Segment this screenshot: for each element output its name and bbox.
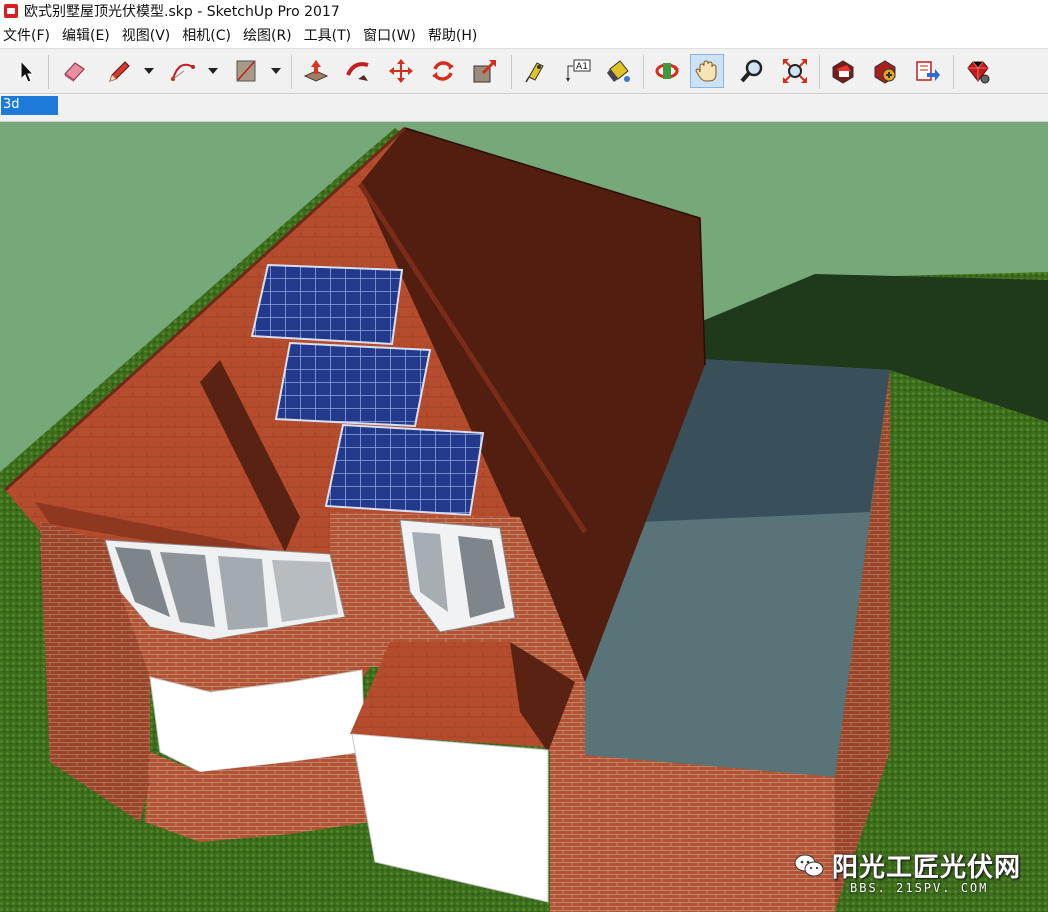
text-tool-button[interactable]: A1 (561, 54, 595, 88)
tape-measure-icon (525, 62, 544, 83)
scale-icon (473, 59, 497, 83)
send-to-layout-button[interactable] (910, 54, 944, 88)
follow-me-icon (346, 62, 369, 81)
zoom-extents-tool-button[interactable] (778, 54, 812, 88)
pan-icon (695, 60, 717, 82)
zoom-icon (740, 59, 763, 83)
zoom-extents-icon (783, 59, 807, 83)
sketchup-app-icon (4, 4, 18, 18)
scale-tool-button[interactable] (468, 54, 502, 88)
menu-tools[interactable]: 工具(T) (304, 25, 351, 45)
menu-view[interactable]: 视图(V) (122, 25, 171, 45)
model-viewport[interactable]: 阳光工匠光伏网 BBS. 21SPV. COM (0, 122, 1048, 912)
select-tool-button[interactable] (9, 54, 43, 88)
3d-warehouse-icon (832, 60, 854, 84)
arc-tool-button[interactable] (166, 54, 200, 88)
ruby-extension-button[interactable] (961, 54, 995, 88)
menu-edit[interactable]: 编辑(E) (62, 25, 110, 45)
pencil-dropdown[interactable] (143, 64, 155, 78)
3d-warehouse-button[interactable] (826, 54, 860, 88)
text-icon: A1 (566, 59, 591, 82)
arc-dropdown[interactable] (207, 64, 219, 78)
push-pull-tool-button[interactable] (299, 54, 333, 88)
follow-me-tool-button[interactable] (341, 54, 375, 88)
zoom-tool-button[interactable] (735, 54, 769, 88)
chevron-down-icon (144, 68, 154, 74)
move-tool-button[interactable] (384, 54, 418, 88)
wechat-icon (794, 854, 824, 877)
3d-model-scene (0, 122, 1048, 912)
rectangle-dropdown[interactable] (270, 64, 282, 78)
pencil-tool-button[interactable] (102, 54, 136, 88)
move-icon (389, 59, 413, 83)
rectangle-icon (236, 60, 256, 82)
pan-tool-button[interactable] (690, 54, 724, 88)
eraser-icon (64, 62, 85, 82)
send-to-layout-icon (916, 61, 940, 81)
eraser-tool-button[interactable] (57, 54, 91, 88)
rectangle-tool-button[interactable] (229, 54, 263, 88)
chevron-down-icon (271, 68, 281, 74)
main-toolbar: A1 (0, 48, 1048, 94)
watermark: 阳光工匠光伏网 BBS. 21SPV. COM (792, 829, 1048, 909)
pencil-icon (109, 61, 130, 82)
extension-warehouse-icon (874, 60, 896, 84)
tape-measure-tool-button[interactable] (518, 54, 552, 88)
orbit-tool-button[interactable] (650, 54, 684, 88)
paint-bucket-icon (607, 60, 630, 82)
title-bar: 欧式别墅屋顶光伏模型.skp - SketchUp Pro 2017 (0, 0, 1048, 22)
ruby-extension-icon (967, 61, 990, 84)
menu-window[interactable]: 窗口(W) (363, 25, 416, 45)
select-icon (20, 59, 35, 83)
rotate-tool-button[interactable] (426, 54, 460, 88)
menu-camera[interactable]: 相机(C) (182, 25, 231, 45)
chevron-down-icon (208, 68, 218, 74)
solar-panel-1 (250, 263, 404, 346)
solar-panel-2 (274, 341, 432, 428)
text-tool-label: A1 (576, 62, 588, 72)
menu-help[interactable]: 帮助(H) (428, 25, 477, 45)
bay-window-glass-4 (272, 560, 338, 622)
extension-warehouse-button[interactable] (868, 54, 902, 88)
layer-bar: 3d (0, 94, 1048, 122)
layer-select[interactable]: 3d (1, 96, 58, 115)
solar-panel-3 (324, 423, 485, 517)
watermark-url: BBS. 21SPV. COM (850, 881, 989, 895)
window-title: 欧式别墅屋顶光伏模型.skp - SketchUp Pro 2017 (24, 4, 340, 20)
watermark-name: 阳光工匠光伏网 (832, 853, 1022, 883)
rotate-icon (432, 61, 454, 81)
menu-draw[interactable]: 绘图(R) (243, 25, 292, 45)
menu-file[interactable]: 文件(F) (3, 25, 50, 45)
paint-bucket-tool-button[interactable] (601, 54, 635, 88)
orbit-icon (655, 63, 679, 79)
sketchup-window: 欧式别墅屋顶光伏模型.skp - SketchUp Pro 2017 文件(F)… (0, 0, 1048, 912)
push-pull-icon (303, 60, 329, 82)
arc-icon (171, 63, 195, 81)
menu-bar: 文件(F) 编辑(E) 视图(V) 相机(C) 绘图(R) 工具(T) 窗口(W… (0, 22, 1048, 48)
